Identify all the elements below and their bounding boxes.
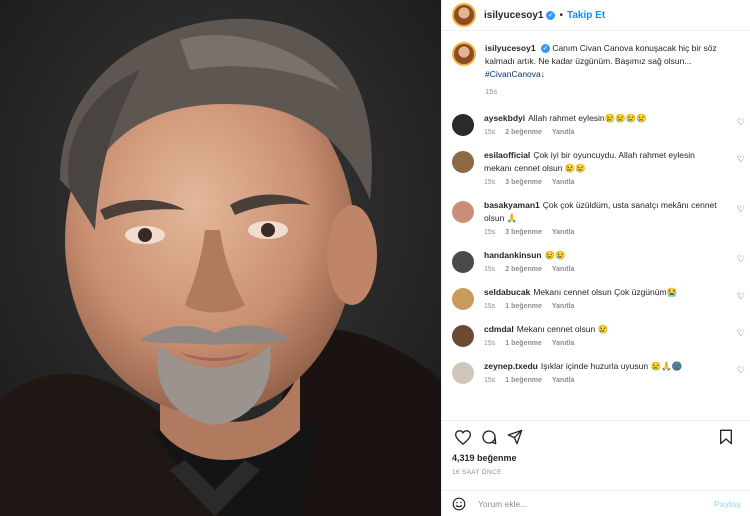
reply-button[interactable]: Yanıtla (552, 129, 575, 136)
comment-time[interactable]: 15s (484, 377, 495, 384)
comment-time[interactable]: 15s (484, 340, 495, 347)
post-header: isilyucesoy1 ✓ • Takip Et (442, 0, 750, 31)
separator-dot: • (559, 9, 563, 21)
caption-hashtag[interactable]: #CivanCanova (485, 69, 541, 79)
verified-icon: ✓ (540, 44, 550, 54)
caption-username[interactable]: isilyucesoy1 (485, 43, 536, 53)
comment-likes[interactable]: 3 beğenme (505, 179, 542, 186)
comment-avatar[interactable] (452, 114, 474, 136)
comment-time[interactable]: 15s (484, 229, 495, 236)
post-actions: 4,319 beğenme 16 SAAT ÖNCE (442, 420, 750, 492)
comment-username[interactable]: zeynep.txedu (484, 361, 538, 371)
comment-text: Işıklar içinde huzurla uyusun 😢🙏🌚 (540, 361, 683, 371)
post-caption: isilyucesoy1 ✓ Canım Civan Canova konuşa… (442, 32, 750, 98)
comment-avatar[interactable] (452, 201, 474, 223)
caption-body: isilyucesoy1 ✓ Canım Civan Canova konuşa… (485, 42, 735, 98)
bookmark-icon[interactable] (715, 427, 737, 447)
comment-item: aysekbdyi Allah rahmet eylesin😢😢😢😢 15s 2 b… (442, 112, 750, 136)
reply-button[interactable]: Yanıtla (552, 229, 575, 236)
post-photo[interactable] (0, 0, 441, 516)
comment-likes[interactable]: 3 beğenme (505, 229, 542, 236)
comment-avatar[interactable] (452, 325, 474, 347)
like-comment-heart-icon[interactable]: ♡ (737, 154, 745, 165)
share-icon[interactable] (504, 427, 526, 447)
comment-time[interactable]: 15s (484, 266, 495, 273)
comment-item: basakyaman1 Çok çok üzüldüm, usta sanatçı… (442, 199, 750, 236)
caption-time[interactable]: 15s (485, 85, 735, 98)
comment-username[interactable]: seldabucak (484, 287, 530, 297)
comment-item: cdmdal Mekanı cennet olsun 😢 15s 1 beğenme… (442, 323, 750, 347)
portrait-image (0, 0, 441, 516)
comment-username[interactable]: esilaofficial (484, 150, 530, 160)
comment-time[interactable]: 15s (484, 303, 495, 310)
author-username[interactable]: isilyucesoy1 (484, 10, 543, 21)
comment-likes[interactable]: 2 beğenme (505, 129, 542, 136)
reply-button[interactable]: Yanıtla (552, 377, 575, 384)
comment-text: 😢😢 (544, 250, 566, 260)
comment-item: esilaofficial Çok iyi bir oyuncuydu. Alla… (442, 149, 750, 186)
comment-icon[interactable] (478, 427, 500, 447)
like-comment-heart-icon[interactable]: ♡ (737, 204, 745, 215)
reply-button[interactable]: Yanıtla (552, 179, 575, 186)
comment-text: Mekanı cennet olsun 😢 (516, 324, 609, 334)
caption-hashtag-suffix: ↓ (540, 69, 546, 79)
comment-username[interactable]: basakyaman1 (484, 200, 540, 210)
comment-item: seldabucak Mekanı cennet olsun Çok üzgünü… (442, 286, 750, 310)
comment-text: Allah rahmet eylesin😢😢😢😢 (528, 113, 647, 123)
reply-button[interactable]: Yanıtla (552, 303, 575, 310)
like-comment-heart-icon[interactable]: ♡ (737, 117, 745, 128)
add-comment-bar: Yorum ekle... Paylaş (442, 490, 750, 516)
follow-button[interactable]: Takip Et (567, 10, 605, 21)
comment-username[interactable]: handankinsun (484, 250, 542, 260)
likes-count[interactable]: 4,319 beğenme (452, 453, 741, 463)
post-timestamp[interactable]: 16 SAAT ÖNCE (452, 469, 741, 476)
comment-item: handankinsun 😢😢 15s 2 beğenme Yanıtla ♡ (442, 249, 750, 273)
like-comment-heart-icon[interactable]: ♡ (737, 254, 745, 265)
comment-text: Mekanı cennet olsun Çok üzgünüm😭 (533, 287, 678, 297)
comment-item: zeynep.txedu Işıklar içinde huzurla uyusu… (442, 360, 750, 384)
comment-likes[interactable]: 1 beğenme (505, 303, 542, 310)
like-comment-heart-icon[interactable]: ♡ (737, 365, 745, 376)
like-comment-heart-icon[interactable]: ♡ (737, 291, 745, 302)
comment-input[interactable]: Yorum ekle... (478, 499, 714, 509)
post-details-panel: isilyucesoy1 ✓ • Takip Et isilyucesoy1 ✓… (441, 0, 750, 516)
reply-button[interactable]: Yanıtla (552, 266, 575, 273)
comment-time[interactable]: 15s (484, 179, 495, 186)
reply-button[interactable]: Yanıtla (552, 340, 575, 347)
comments-list[interactable]: isilyucesoy1 ✓ Canım Civan Canova konuşa… (442, 32, 750, 418)
heart-icon[interactable] (452, 427, 474, 447)
comment-avatar[interactable] (452, 251, 474, 273)
comment-username[interactable]: aysekbdyi (484, 113, 525, 123)
emoji-icon[interactable] (452, 497, 466, 511)
comment-likes[interactable]: 1 beğenme (505, 340, 542, 347)
comment-username[interactable]: cdmdal (484, 324, 514, 334)
post-comment-button[interactable]: Paylaş (714, 499, 741, 509)
comment-avatar[interactable] (452, 288, 474, 310)
comment-likes[interactable]: 1 beğenme (505, 377, 542, 384)
comment-likes[interactable]: 2 beğenme (505, 266, 542, 273)
caption-author-avatar[interactable] (452, 42, 476, 66)
author-avatar[interactable] (452, 3, 476, 27)
comment-time[interactable]: 15s (484, 129, 495, 136)
comment-avatar[interactable] (452, 362, 474, 384)
comment-avatar[interactable] (452, 151, 474, 173)
verified-icon: ✓ (546, 10, 556, 20)
like-comment-heart-icon[interactable]: ♡ (737, 328, 745, 339)
